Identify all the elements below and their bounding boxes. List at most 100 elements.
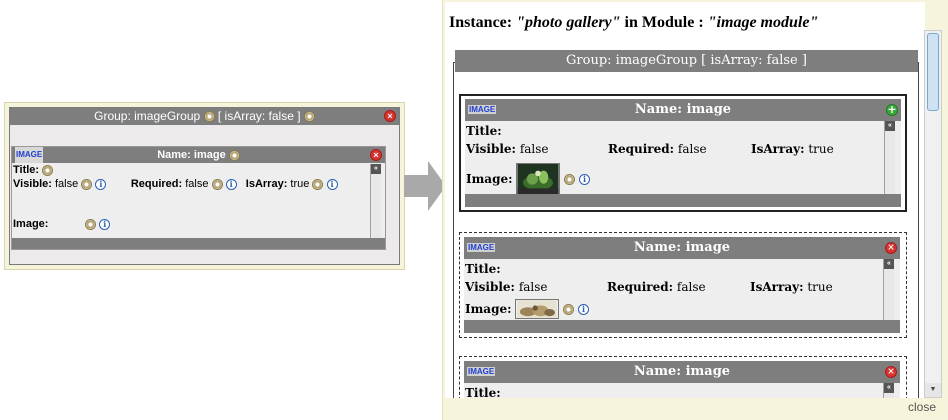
image-card: IMAGE Name: image × Title: « bbox=[464, 361, 900, 398]
instance-heading: Instance: "photo gallery" in Module : "i… bbox=[449, 14, 818, 32]
info-icon[interactable]: i bbox=[225, 178, 237, 190]
gear-icon[interactable] bbox=[42, 164, 54, 176]
required-row: Required: false bbox=[607, 280, 706, 294]
left-group-header: Group: imageGroup [ isArray: false ] × bbox=[10, 108, 399, 125]
visible-value: false bbox=[55, 178, 79, 190]
isarray-label: IsArray: bbox=[245, 178, 288, 190]
gear-icon[interactable] bbox=[85, 218, 97, 230]
module-name: "image module" bbox=[707, 14, 819, 31]
type-tag: IMAGE bbox=[467, 367, 496, 376]
visible-value: false bbox=[518, 280, 548, 294]
scrollbar-thumb[interactable] bbox=[927, 33, 939, 111]
type-tag: IMAGE bbox=[467, 243, 496, 252]
required-label: Required: bbox=[130, 178, 183, 190]
image-label: Image: bbox=[13, 218, 49, 230]
card-scrollbar[interactable]: « bbox=[883, 259, 894, 320]
card-header: IMAGE Name: image × bbox=[464, 237, 900, 259]
gear-icon[interactable] bbox=[312, 178, 324, 190]
left-panel: Group: imageGroup [ isArray: false ] × I… bbox=[4, 102, 405, 270]
gear-icon[interactable] bbox=[564, 173, 576, 185]
gear-icon[interactable] bbox=[81, 178, 93, 190]
required-label: Required: bbox=[608, 142, 675, 156]
card-title: Name: image bbox=[633, 240, 731, 255]
required-value: false bbox=[677, 142, 707, 156]
right-group-header: Group: imageGroup [ isArray: false ] bbox=[455, 50, 918, 72]
close-link[interactable]: close bbox=[908, 400, 936, 414]
image-thumbnail[interactable] bbox=[515, 299, 560, 319]
properties-row: Visible: false i Required: false i IsArr… bbox=[13, 178, 338, 190]
add-icon[interactable]: + bbox=[886, 104, 898, 116]
close-icon[interactable]: × bbox=[885, 242, 897, 254]
card-title: Name: image bbox=[633, 364, 731, 379]
info-icon[interactable]: i bbox=[326, 178, 338, 190]
image-card-wrapper: IMAGE Name: image × Title: Visible: fals… bbox=[459, 232, 907, 338]
collapse-icon[interactable]: « bbox=[885, 121, 895, 131]
image-label: Image: bbox=[465, 302, 512, 316]
collapse-icon[interactable]: « bbox=[371, 164, 381, 174]
image-row: Image: i bbox=[466, 163, 591, 195]
isarray-row: IsArray: true bbox=[751, 142, 834, 156]
group-meta: [ isArray: false ] bbox=[217, 109, 301, 123]
title-label: Title: bbox=[465, 262, 501, 276]
right-panel: Instance: "photo gallery" in Module : "i… bbox=[442, 0, 948, 420]
card-header: IMAGE Name: image × bbox=[464, 361, 900, 383]
title-label: Title: bbox=[466, 124, 502, 138]
title-label: Title: bbox=[13, 164, 40, 176]
scroll-down-icon[interactable]: ▼ bbox=[925, 383, 941, 397]
visible-label: Visible: bbox=[466, 142, 516, 156]
gear-icon[interactable] bbox=[203, 111, 215, 123]
instance-content: Instance: "photo gallery" in Module : "i… bbox=[445, 2, 925, 398]
card-footer bbox=[465, 194, 901, 207]
title-row: Title: bbox=[465, 262, 501, 276]
visible-label: Visible: bbox=[13, 178, 52, 190]
isarray-row: IsArray: true bbox=[750, 280, 833, 294]
isarray-value: true bbox=[290, 178, 310, 190]
info-icon[interactable]: i bbox=[99, 218, 111, 230]
required-value: false bbox=[676, 280, 706, 294]
card-footer bbox=[12, 238, 385, 249]
image-card-wrapper: IMAGE Name: image + Title: Visible: fals… bbox=[459, 94, 907, 212]
visible-value: false bbox=[519, 142, 549, 156]
info-icon[interactable]: i bbox=[578, 303, 590, 315]
gear-icon[interactable] bbox=[303, 111, 315, 123]
image-card: IMAGE Name: image + Title: Visible: fals… bbox=[465, 99, 901, 207]
title-row: Title: bbox=[466, 124, 502, 138]
card-title: Name: image bbox=[634, 102, 732, 117]
collapse-icon[interactable]: « bbox=[884, 383, 894, 393]
card-header: IMAGE Name: image + bbox=[465, 99, 901, 121]
close-icon[interactable]: × bbox=[370, 149, 382, 161]
gear-icon[interactable] bbox=[228, 149, 240, 161]
image-row: Image: i bbox=[13, 218, 111, 230]
gear-icon[interactable] bbox=[563, 303, 575, 315]
title-row: Title: bbox=[465, 386, 501, 398]
card-scrollbar[interactable]: « bbox=[370, 164, 381, 240]
isarray-value: true bbox=[807, 280, 833, 294]
required-value: false bbox=[185, 178, 209, 190]
left-image-card: IMAGE Name: image × Title: Visible: fals… bbox=[11, 146, 386, 250]
required-label: Required: bbox=[607, 280, 674, 294]
image-card-wrapper: IMAGE Name: image × Title: « bbox=[459, 356, 907, 398]
gear-icon[interactable] bbox=[211, 178, 223, 190]
close-icon[interactable]: × bbox=[384, 110, 396, 122]
type-tag: IMAGE bbox=[468, 105, 497, 114]
isarray-label: IsArray: bbox=[751, 142, 805, 156]
card-header: IMAGE Name: image × bbox=[12, 147, 385, 163]
group-label: Group: imageGroup bbox=[94, 109, 201, 123]
card-title: Name: image bbox=[12, 147, 385, 163]
image-thumbnail[interactable] bbox=[516, 163, 561, 195]
collapse-icon[interactable]: « bbox=[884, 259, 894, 269]
instance-name: "photo gallery" bbox=[516, 14, 621, 31]
title-row: Title: bbox=[13, 164, 54, 176]
close-icon[interactable]: × bbox=[885, 366, 897, 378]
info-icon[interactable]: i bbox=[579, 173, 591, 185]
card-body: Title: Visible: false i Required: false … bbox=[12, 164, 370, 236]
image-card: IMAGE Name: image × Title: Visible: fals… bbox=[464, 237, 900, 333]
card-scrollbar[interactable]: « bbox=[884, 121, 895, 194]
main-scrollbar[interactable]: ▼ bbox=[924, 30, 942, 398]
card-scrollbar[interactable]: « bbox=[883, 383, 894, 398]
card-footer bbox=[464, 320, 900, 333]
info-icon[interactable]: i bbox=[95, 178, 107, 190]
isarray-label: IsArray: bbox=[750, 280, 804, 294]
arrow-icon bbox=[404, 161, 446, 211]
type-tag: IMAGE bbox=[15, 147, 44, 163]
